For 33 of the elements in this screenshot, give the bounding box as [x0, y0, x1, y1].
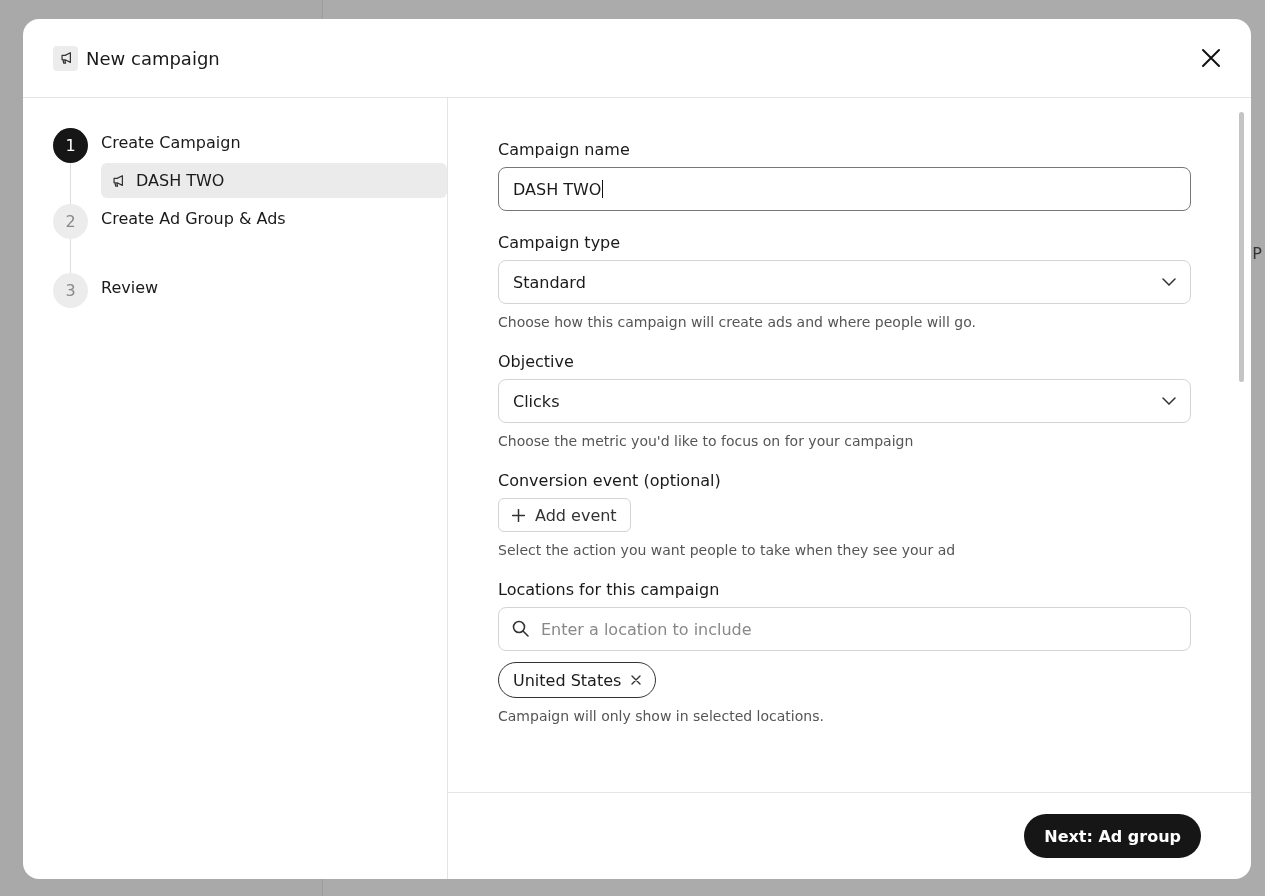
step-number: 3	[53, 273, 88, 308]
dialog-title: New campaign	[86, 47, 221, 69]
search-icon	[512, 620, 529, 637]
table-cell: P	[1252, 244, 1262, 263]
megaphone-icon	[53, 45, 78, 71]
field-label: Objective	[498, 352, 575, 371]
chevron-down-icon	[1162, 397, 1176, 405]
plus-icon	[512, 508, 525, 522]
text-field[interactable]: DASH TWO	[498, 167, 1191, 211]
help-text: Choose how this campaign will create ads and where people will go.	[498, 314, 977, 330]
dropdown[interactable]: Standard	[498, 260, 1191, 304]
help-text: Choose the metric you'd like to focus on for your campaign	[498, 433, 915, 449]
step-number: 2	[53, 204, 88, 239]
help-text: Campaign will only show in selected locations.	[498, 708, 825, 724]
field-label: Campaign type	[498, 233, 622, 252]
field-label: Conversion event (optional)	[498, 471, 722, 490]
step-label[interactable]: Review	[101, 278, 447, 304]
step-item[interactable]: DASH TWO	[101, 163, 447, 198]
close-button[interactable]	[1201, 48, 1221, 68]
step-label[interactable]: Create Campaign	[101, 133, 447, 159]
add-event-button[interactable]: Add event	[498, 498, 631, 532]
megaphone-icon	[111, 173, 125, 188]
field-label: Campaign name	[498, 140, 631, 159]
help-text: Select the action you want people to take when they see your ad	[498, 542, 957, 558]
next-button[interactable]: Next: Ad group	[1024, 814, 1201, 858]
field-label: Locations for this campaign	[498, 580, 721, 599]
close-icon[interactable]	[631, 675, 642, 685]
step-number: 1	[53, 128, 88, 163]
dropdown[interactable]: Clicks	[498, 379, 1191, 423]
step-label[interactable]: Create Ad Group & Ads	[101, 209, 447, 235]
step-item-label: DASH TWO	[136, 171, 225, 190]
chevron-down-icon	[1162, 278, 1176, 286]
search-field[interactable]: Enter a location to include	[498, 607, 1191, 651]
